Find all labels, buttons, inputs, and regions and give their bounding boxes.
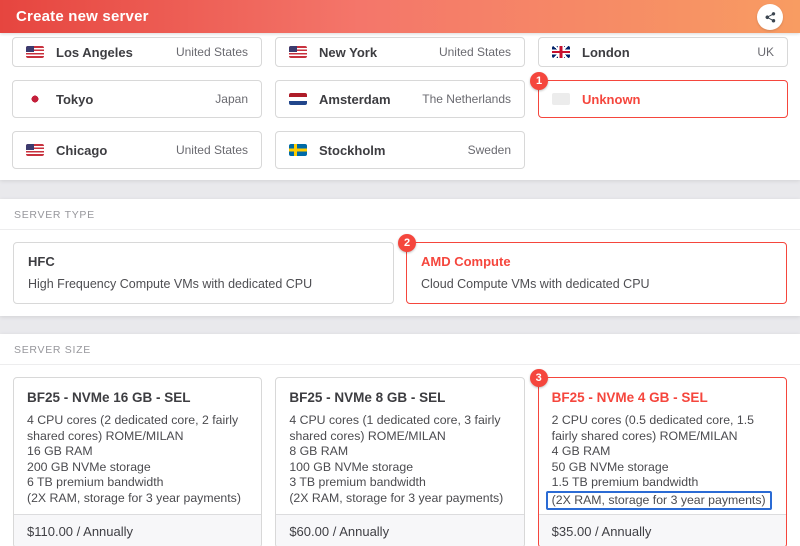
server-size-name: BF25 - NVMe 16 GB - SEL xyxy=(27,390,191,405)
step-badge-2: 2 xyxy=(398,234,416,252)
netherlands-flag-icon xyxy=(289,93,307,105)
location-country: UK xyxy=(757,45,774,59)
location-name: Chicago xyxy=(56,142,108,158)
spec-line: (2X RAM, storage for 3 year payments) xyxy=(289,490,504,505)
divider xyxy=(0,229,800,230)
server-size-specs: 4 CPU cores (1 dedicated core, 3 fairly … xyxy=(289,413,510,506)
server-type-desc: Cloud Compute VMs with dedicated CPU xyxy=(421,277,650,291)
location-country: United States xyxy=(175,143,248,157)
server-type-card-amd-compute[interactable]: 2 AMD Compute Cloud Compute VMs with ded… xyxy=(398,234,787,304)
server-size-name: BF25 - NVMe 8 GB - SEL xyxy=(289,390,446,405)
spec-line-highlighted: (2X RAM, storage for 3 year payments) xyxy=(545,490,773,510)
location-card-stockholm[interactable]: Stockholm Sweden xyxy=(275,131,525,169)
price-footer: $60.00 / Annually xyxy=(276,514,524,546)
spec-line: 2 CPU cores (0.5 dedicated core, 1.5 fai… xyxy=(551,413,754,443)
spec-line: 200 GB NVMe storage xyxy=(27,459,151,474)
location-country: United States xyxy=(438,45,511,59)
japan-flag-icon xyxy=(26,93,44,105)
spec-line: 16 GB RAM xyxy=(27,444,93,458)
location-card-chicago[interactable]: Chicago United States xyxy=(12,131,262,169)
server-size-specs: 2 CPU cores (0.5 dedicated core, 1.5 fai… xyxy=(545,413,773,510)
location-name: Amsterdam xyxy=(319,91,391,107)
sweden-flag-icon xyxy=(289,144,307,156)
server-size-grid: BF25 - NVMe 16 GB - SEL 4 CPU cores (2 d… xyxy=(13,369,787,546)
server-type-name: AMD Compute xyxy=(421,254,511,269)
us-flag-icon xyxy=(26,46,44,58)
empty-grid-cell xyxy=(538,131,788,169)
uk-flag-icon xyxy=(552,46,570,58)
spec-line: (2X RAM, storage for 3 year payments) xyxy=(27,490,241,505)
server-type-card-hfc[interactable]: HFC High Frequency Compute VMs with dedi… xyxy=(13,242,394,304)
spec-line: 100 GB NVMe storage xyxy=(289,459,414,474)
location-name: Tokyo xyxy=(56,91,94,107)
location-country: The Netherlands xyxy=(422,92,511,106)
spec-line: 1.5 TB premium bandwidth xyxy=(551,475,699,489)
server-type-name: HFC xyxy=(28,254,55,269)
location-panel: Los Angeles United States New York Unite… xyxy=(0,33,800,180)
spec-line: 4 GB RAM xyxy=(551,444,611,458)
server-size-card-4gb[interactable]: 3 BF25 - NVMe 4 GB - SEL 2 CPU cores (0.… xyxy=(529,369,787,546)
us-flag-icon xyxy=(26,144,44,156)
price-footer: $110.00 / Annually xyxy=(14,514,262,546)
server-size-card-16gb[interactable]: BF25 - NVMe 16 GB - SEL 4 CPU cores (2 d… xyxy=(13,377,263,546)
location-card-amsterdam[interactable]: Amsterdam The Netherlands xyxy=(275,80,525,118)
location-grid: Los Angeles United States New York Unite… xyxy=(12,37,788,169)
create-server-screen: Create new server Los Angeles United Sta… xyxy=(0,0,800,546)
price-label: $110.00 / Annually xyxy=(27,523,134,539)
divider xyxy=(0,364,800,365)
highlight-box: (2X RAM, storage for 3 year payments) xyxy=(545,490,772,510)
server-size-specs: 4 CPU cores (2 dedicated core, 2 fairly … xyxy=(27,413,248,506)
header-bar: Create new server xyxy=(0,0,800,33)
server-type-label: SERVER TYPE xyxy=(14,209,95,221)
price-label: $60.00 / Annually xyxy=(289,523,390,539)
spec-line: 8 GB RAM xyxy=(289,444,349,458)
server-size-label: SERVER SIZE xyxy=(14,344,91,356)
step-badge-3: 3 xyxy=(529,369,548,387)
location-card-tokyo[interactable]: Tokyo Japan xyxy=(12,80,262,118)
location-name: New York xyxy=(319,44,378,60)
location-country: United States xyxy=(175,45,248,59)
location-country: Japan xyxy=(215,92,248,106)
location-country: Sweden xyxy=(467,143,511,157)
location-card-unknown[interactable]: 1 Unknown xyxy=(530,72,788,118)
server-type-panel: SERVER TYPE HFC High Frequency Compute V… xyxy=(0,199,800,316)
step-badge-1: 1 xyxy=(530,72,548,90)
server-size-card-8gb[interactable]: BF25 - NVMe 8 GB - SEL 4 CPU cores (1 de… xyxy=(275,377,525,546)
server-type-desc: High Frequency Compute VMs with dedicate… xyxy=(28,277,313,291)
share-icon xyxy=(764,11,777,24)
price-label: $35.00 / Annually xyxy=(551,523,652,539)
us-flag-icon xyxy=(289,46,307,58)
location-card-london[interactable]: London UK xyxy=(538,37,788,67)
server-size-panel: SERVER SIZE BF25 - NVMe 16 GB - SEL 4 CP… xyxy=(0,334,800,546)
page-title: Create new server xyxy=(16,8,149,25)
spec-line: 3 TB premium bandwidth xyxy=(289,475,426,489)
share-button[interactable] xyxy=(757,4,783,30)
server-size-name: BF25 - NVMe 4 GB - SEL xyxy=(551,390,708,405)
price-footer: $35.00 / Annually xyxy=(538,514,786,546)
location-name: Stockholm xyxy=(319,142,386,158)
location-card-new-york[interactable]: New York United States xyxy=(275,37,525,67)
unknown-flag-icon xyxy=(552,93,570,105)
spec-line: 50 GB NVMe storage xyxy=(551,459,669,474)
location-card-los-angeles[interactable]: Los Angeles United States xyxy=(12,37,262,67)
location-name: Unknown xyxy=(582,91,641,107)
server-type-grid: HFC High Frequency Compute VMs with dedi… xyxy=(13,234,787,304)
spec-line: 4 CPU cores (2 dedicated core, 2 fairly … xyxy=(27,413,239,443)
location-name: London xyxy=(582,44,630,60)
spec-line: 6 TB premium bandwidth xyxy=(27,475,164,489)
location-name: Los Angeles xyxy=(56,44,133,60)
spec-line: 4 CPU cores (1 dedicated core, 3 fairly … xyxy=(289,413,501,443)
